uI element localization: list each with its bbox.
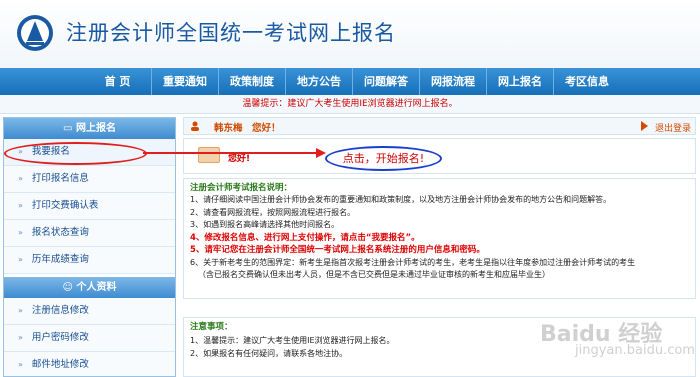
instruction-line: 3、如遇到报名高峰请选择其他时间报名。: [190, 220, 340, 229]
sidebar-item-edit-registration[interactable]: » 注册信息修改: [4, 298, 175, 325]
instruction-line-highlight: 4、修改报名信息、进行网上支付操作，请点击“我要报名”。: [190, 232, 420, 243]
user-bar: 韩东梅 您好！ 退出登录: [183, 117, 696, 135]
instructions-title: 注册会计师考试报名说明：: [190, 183, 293, 193]
double-chevron-icon: »: [18, 255, 23, 264]
envelope-icon: [198, 147, 220, 163]
double-chevron-icon: »: [18, 333, 23, 342]
nav-local-announcements[interactable]: 地方公告: [285, 68, 352, 95]
callout-bubble: 点击，开始报名!: [325, 146, 442, 171]
monitor-icon: ▭: [63, 123, 76, 134]
instruction-line-highlight: 5、请牢记您在注册会计师全国统一考试网上报名系统注册的用户信息和密码。: [190, 245, 485, 255]
sidebar-item-label: 邮件地址修改: [31, 359, 89, 370]
nav-important-notices[interactable]: 重要通知: [151, 68, 218, 95]
nav-faq[interactable]: 问题解答: [352, 68, 419, 95]
nav-exam-area-info[interactable]: 考区信息: [553, 68, 620, 95]
nav-online-registration[interactable]: 网上报名: [486, 68, 553, 95]
double-chevron-icon: »: [18, 360, 23, 369]
sidebar-section-label: 网上报名: [75, 123, 116, 134]
sidebar-item-change-password[interactable]: » 用户密码修改: [4, 325, 175, 352]
sidebar-item-past-scores[interactable]: » 历年成绩查询: [4, 247, 175, 274]
sidebar-item-print-registration[interactable]: » 打印报名信息: [4, 166, 175, 193]
sidebar-item-label: 报名状态查询: [31, 227, 89, 238]
sidebar-section-personal: ☺ 个人资料: [4, 277, 175, 298]
highlight-oval: [4, 142, 147, 165]
nav-policies[interactable]: 政策制度: [218, 68, 285, 95]
user-name: 韩东梅: [214, 123, 243, 134]
double-chevron-icon: »: [18, 306, 23, 315]
sidebar-section-label: 个人资料: [76, 282, 117, 293]
sidebar-item-label: 历年成绩查询: [31, 254, 89, 265]
sidebar-item-print-payment[interactable]: » 打印交费确认表: [4, 193, 175, 220]
sidebar-item-label: 打印报名信息: [31, 173, 89, 184]
sidebar-item-change-email[interactable]: » 邮件地址修改: [4, 352, 175, 376]
double-chevron-icon: »: [18, 201, 23, 210]
double-chevron-icon: »: [18, 174, 23, 183]
sidebar-item-label: 注册信息修改: [31, 305, 89, 316]
instruction-line: （含已报名交费确认但未出考人员，但是不含已交费但是未通过毕业证审核的新考生和应届…: [198, 270, 550, 279]
user-group-icon: ☺: [62, 282, 77, 293]
logo-emblem-icon: [17, 15, 53, 51]
registration-instructions: 注册会计师考试报名说明： 1、请仔细阅读中国注册会计师协会发布的重要通知和政策制…: [183, 178, 696, 299]
nav-registration-process[interactable]: 网报流程: [419, 68, 486, 95]
annotation-arrow-line: [143, 152, 319, 154]
double-chevron-icon: »: [18, 228, 23, 237]
sidebar-item-label: 用户密码修改: [31, 332, 89, 343]
watermark-url: jingyan.baidu.com: [575, 343, 695, 358]
greeting: 您好！: [252, 123, 281, 134]
site-title: 注册会计师全国统一考试网上报名: [66, 21, 396, 45]
nav-home[interactable]: 首 页: [84, 68, 151, 95]
user-icon: [191, 121, 199, 131]
sidebar-item-status-query[interactable]: » 报名状态查询: [4, 220, 175, 247]
logout-link[interactable]: 退出登录: [655, 121, 691, 134]
play-arrow-icon: [641, 121, 648, 131]
sidebar-section-online-registration: ▭ 网上报名: [4, 118, 175, 139]
instruction-line: 2、请查看网报流程，按照网报流程进行报名。: [190, 207, 356, 217]
sidebar-item-label: 打印交费确认表: [31, 200, 99, 211]
instruction-line: 6、关于新老考生的范围界定：新考生是指首次报考注册会计师考试的考生，老考生是指以…: [190, 257, 636, 267]
main-nav: 首 页 重要通知 政策制度 地方公告 问题解答 网报流程 网上报名 考区信息: [0, 68, 700, 95]
header: 注册会计师全国统一考试网上报名: [0, 0, 700, 68]
instruction-line: 1、请仔细阅读中国注册会计师协会发布的重要通知和政策制度，以及地方注册会计师协会…: [190, 195, 612, 204]
browser-notice: 温馨提示：建议广大考生使用IE浏览器进行网上报名。: [0, 95, 700, 114]
